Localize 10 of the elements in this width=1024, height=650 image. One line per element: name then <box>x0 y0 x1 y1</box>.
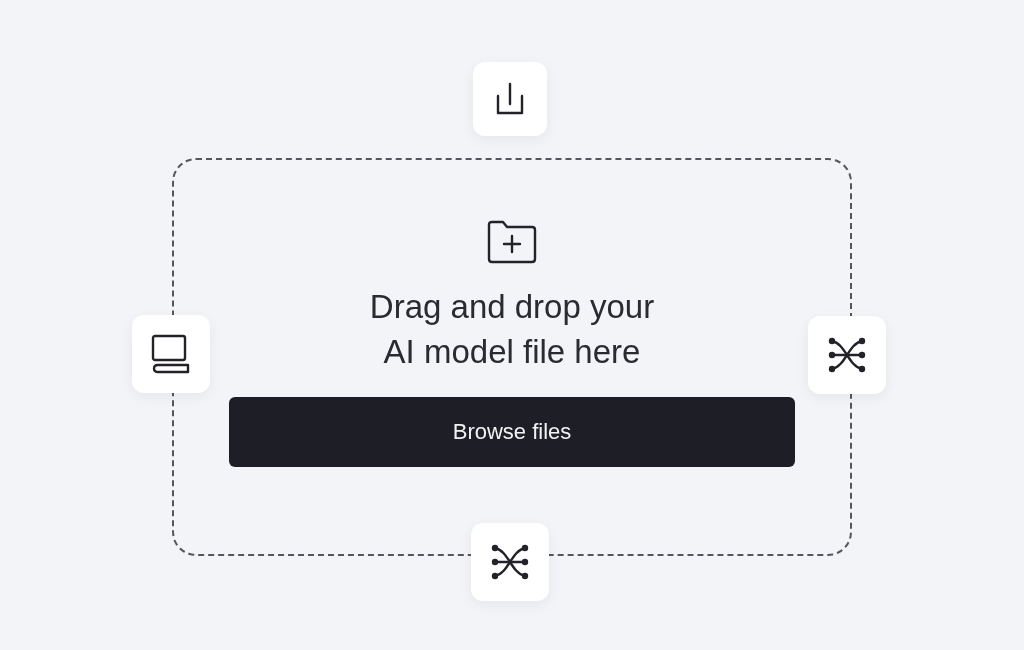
computer-icon <box>150 334 192 374</box>
download-icon <box>495 82 525 116</box>
drop-zone[interactable]: Drag and drop your AI model file here Browse files <box>172 158 852 556</box>
computer-tile[interactable] <box>132 315 210 393</box>
network-tile[interactable] <box>808 316 886 394</box>
browse-files-button[interactable]: Browse files <box>229 397 795 467</box>
drop-instruction: Drag and drop your AI model file here <box>368 287 656 372</box>
folder-plus-icon <box>486 220 538 264</box>
upload-tile[interactable] <box>473 62 547 136</box>
network-tile[interactable] <box>471 523 549 601</box>
